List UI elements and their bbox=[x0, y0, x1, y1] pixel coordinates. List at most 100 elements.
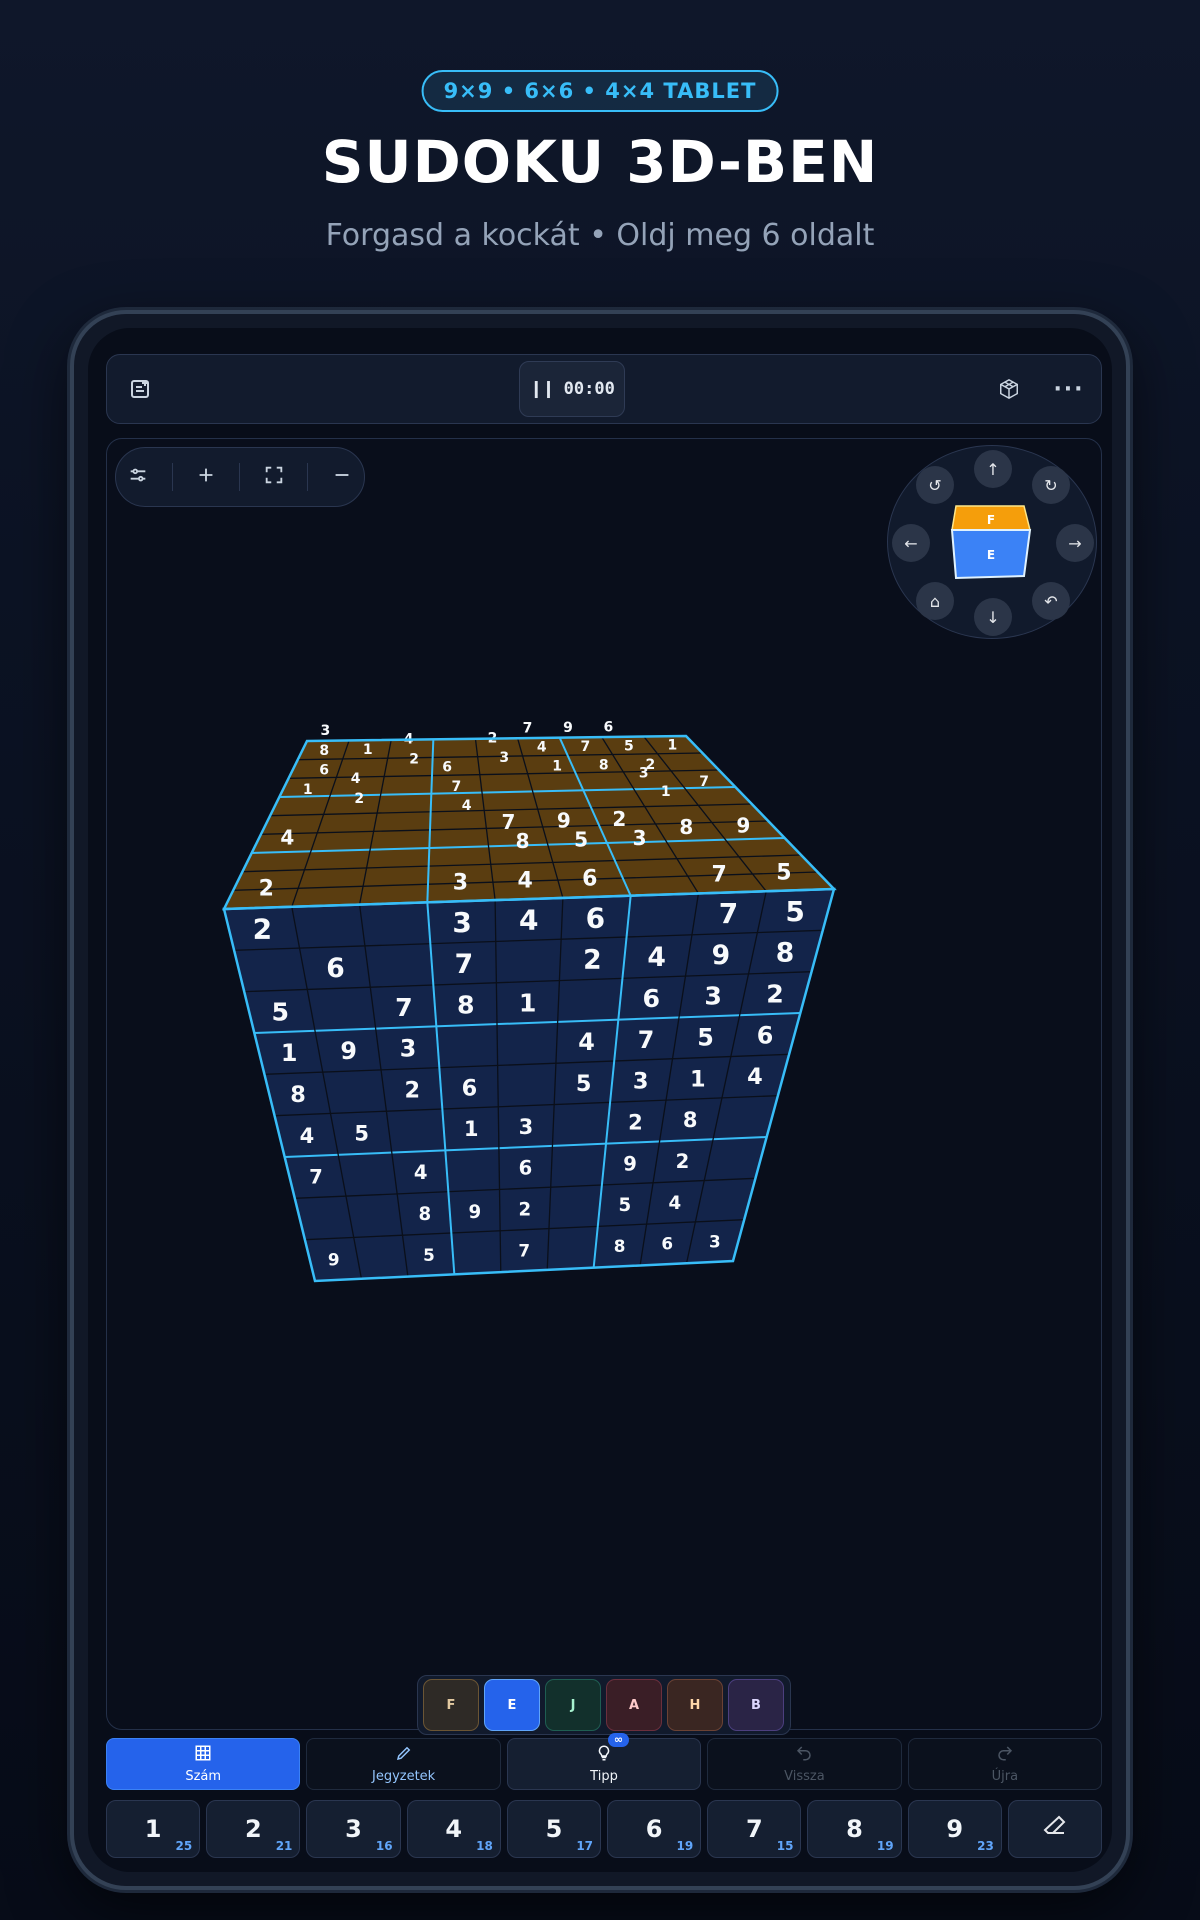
top-cell-digit: 4 bbox=[537, 740, 547, 756]
front-cell-digit: 7 bbox=[638, 1026, 655, 1054]
variant-badge: 9×9 • 6×6 • 4×4 TABLET bbox=[421, 70, 779, 112]
top-cell-digit: 2 bbox=[409, 751, 419, 767]
face-button-f[interactable]: F bbox=[423, 1679, 479, 1731]
remaining-count: 15 bbox=[776, 1839, 794, 1853]
number-button-9[interactable]: 9 23 bbox=[907, 1800, 1002, 1858]
front-cell-digit: 2 bbox=[676, 1150, 690, 1173]
mode-button-jegyzetek[interactable]: Jegyzetek bbox=[306, 1738, 501, 1790]
remaining-count: 19 bbox=[876, 1839, 894, 1853]
eraser-icon bbox=[1043, 1814, 1067, 1844]
sudoku-cube[interactable]: 3861422374197865211426743174789523 8 92 3 4 6… bbox=[107, 439, 1103, 1731]
mode-button-szám[interactable]: Szám bbox=[106, 1738, 301, 1790]
undo-icon bbox=[795, 1744, 813, 1766]
top-cell-digit: 7 bbox=[712, 862, 727, 887]
front-cell-digit: 9 bbox=[623, 1152, 637, 1175]
top-cell-digit: 3 bbox=[320, 723, 330, 739]
top-cell-digit: 4 bbox=[351, 771, 361, 787]
cube-viewport[interactable]: ↑ ↓ ← → ↺ ↻ ⌂ ↶ F E 38614223741978652114… bbox=[106, 438, 1103, 1735]
timer-text: 00:00 bbox=[563, 379, 615, 399]
top-cell-digit: 6 bbox=[582, 866, 597, 891]
timer-button[interactable]: ❙❙ 00:00 bbox=[519, 361, 625, 417]
face-button-j[interactable]: J bbox=[545, 1679, 601, 1731]
top-cell-digit: 5 bbox=[776, 860, 791, 885]
front-cell-digit: 3 bbox=[704, 982, 722, 1011]
mode-button-újra[interactable]: Újra bbox=[907, 1738, 1103, 1790]
pencil-icon bbox=[395, 1744, 413, 1766]
front-cell-digit: 9 bbox=[328, 1249, 340, 1269]
top-cell-digit: 7 bbox=[580, 739, 590, 755]
front-cell-digit: 2 bbox=[404, 1078, 420, 1104]
face-button-h[interactable]: H bbox=[667, 1679, 723, 1731]
front-cell-digit: 4 bbox=[300, 1124, 315, 1148]
face-button-b[interactable]: B bbox=[728, 1679, 784, 1731]
front-cell-digit: 7 bbox=[309, 1166, 323, 1189]
front-cell-digit: 7 bbox=[719, 897, 738, 930]
front-cell-digit: 6 bbox=[661, 1234, 673, 1254]
face-button-a[interactable]: A bbox=[606, 1679, 662, 1731]
top-cell-digit: 1 bbox=[552, 758, 562, 774]
front-cell-digit: 8 bbox=[419, 1204, 432, 1225]
number-digit: 2 bbox=[244, 1815, 262, 1843]
front-cell-digit: 4 bbox=[578, 1028, 595, 1056]
number-button-3[interactable]: 3 16 bbox=[306, 1800, 401, 1858]
number-button-7[interactable]: 7 15 bbox=[707, 1800, 802, 1858]
front-cell-digit: 1 bbox=[690, 1066, 706, 1092]
face-button-e[interactable]: E bbox=[484, 1679, 540, 1731]
front-cell-digit: 3 bbox=[452, 906, 471, 939]
page-subtitle: Forgasd a kockát • Oldj meg 6 oldalt bbox=[325, 218, 875, 253]
number-digit: 3 bbox=[345, 1815, 362, 1843]
mode-toolbar: Szám Jegyzetek Tipp ∞ Vissza Újra bbox=[106, 1733, 1103, 1790]
top-cell-digit: 2 bbox=[612, 807, 626, 831]
front-cell-digit: 1 bbox=[281, 1039, 298, 1067]
top-cell-digit: 3 bbox=[499, 750, 509, 766]
top-cell-digit: 9 bbox=[563, 720, 573, 736]
front-cell-digit: 5 bbox=[576, 1071, 592, 1097]
top-cell-digit: 1 bbox=[661, 784, 671, 800]
top-cell-digit: 3 bbox=[453, 870, 468, 895]
front-cell-digit: 2 bbox=[253, 913, 272, 946]
number-digit: 6 bbox=[645, 1815, 663, 1843]
new-game-icon[interactable] bbox=[119, 367, 163, 411]
front-cell-digit: 6 bbox=[462, 1075, 478, 1101]
top-cell-digit: 6 bbox=[604, 720, 614, 736]
top-cell-digit: 3 bbox=[639, 766, 649, 782]
number-button-2[interactable]: 2 21 bbox=[206, 1800, 301, 1858]
number-button-5[interactable]: 5 17 bbox=[506, 1800, 602, 1858]
front-cell-digit: 2 bbox=[519, 1200, 532, 1221]
remaining-count: 17 bbox=[576, 1839, 594, 1853]
top-cell-digit: 9 bbox=[557, 809, 571, 833]
number-button-8[interactable]: 8 19 bbox=[807, 1800, 902, 1858]
remaining-count: 16 bbox=[375, 1839, 393, 1853]
front-cell-digit: 9 bbox=[712, 940, 731, 971]
grid-icon bbox=[194, 1744, 212, 1766]
top-cell-digit: 6 bbox=[442, 760, 452, 776]
front-cell-digit: 5 bbox=[697, 1024, 714, 1052]
number-button-1[interactable]: 1 25 bbox=[106, 1800, 201, 1858]
top-cell-digit: 7 bbox=[699, 774, 709, 790]
top-cell-digit: 4 bbox=[517, 868, 532, 893]
top-cell-digit: 1 bbox=[668, 738, 678, 754]
front-cell-digit: 7 bbox=[395, 993, 413, 1022]
cube-view-icon[interactable] bbox=[987, 367, 1031, 411]
pause-icon: ❙❙ bbox=[529, 379, 555, 399]
eraser-button[interactable] bbox=[1007, 1800, 1103, 1858]
mode-label: Jegyzetek bbox=[371, 1769, 436, 1784]
front-cell-digit: 6 bbox=[519, 1157, 533, 1180]
top-cell-digit: 5 bbox=[624, 738, 634, 754]
mode-button-tipp[interactable]: Tipp ∞ bbox=[506, 1733, 702, 1790]
top-cell-digit: 3 bbox=[633, 826, 647, 850]
top-toolbar: ❙❙ 00:00 ··· bbox=[106, 354, 1102, 424]
mode-button-vissza[interactable]: Vissza bbox=[707, 1738, 902, 1790]
more-icon[interactable]: ··· bbox=[1047, 367, 1091, 411]
front-cell-digit: 5 bbox=[354, 1122, 369, 1146]
front-cell-digit: 7 bbox=[455, 949, 474, 980]
page-title: SUDOKU 3D-BEN bbox=[321, 128, 879, 196]
front-cell-digit: 4 bbox=[647, 942, 666, 973]
number-button-4[interactable]: 4 18 bbox=[406, 1800, 501, 1858]
front-cell-digit: 2 bbox=[628, 1110, 643, 1134]
redo-icon bbox=[996, 1744, 1014, 1766]
front-cell-digit: 4 bbox=[669, 1193, 682, 1214]
top-cell-digit: 2 bbox=[259, 877, 274, 902]
number-button-6[interactable]: 6 19 bbox=[607, 1800, 702, 1858]
front-cell-digit: 8 bbox=[683, 1108, 698, 1132]
